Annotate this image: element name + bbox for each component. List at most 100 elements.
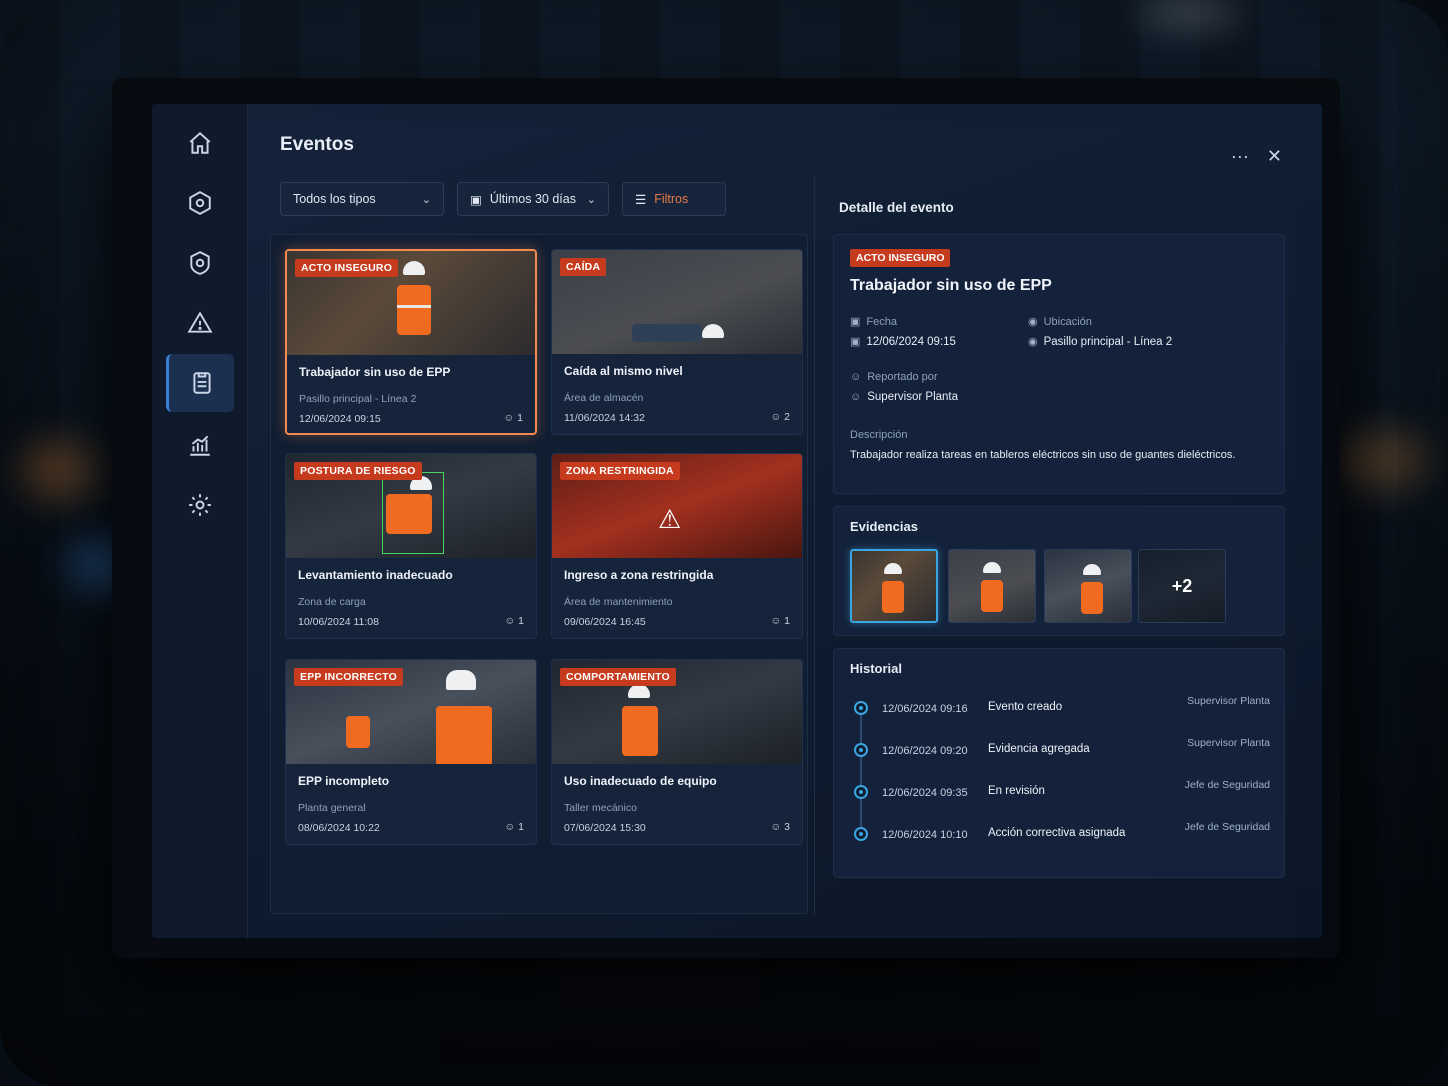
event-location: Área de mantenimiento bbox=[564, 596, 673, 608]
event-location: Planta general bbox=[298, 802, 366, 814]
detail-summary-card: ACTO INSEGURO Trabajador sin uso de EPP … bbox=[833, 234, 1285, 494]
person-icon: ☺ bbox=[503, 412, 518, 424]
sidebar-item-dashboard[interactable] bbox=[166, 174, 234, 232]
sidebar-item-alerts[interactable] bbox=[166, 294, 234, 352]
timeline-dot bbox=[854, 701, 868, 715]
event-date: 08/06/2024 10:22 bbox=[298, 822, 380, 834]
person-icon: ☺ bbox=[504, 615, 519, 627]
date-value-text: 12/06/2024 09:15 bbox=[866, 336, 956, 348]
sidebar-item-settings[interactable] bbox=[166, 476, 234, 534]
evidence-more-thumbnail[interactable]: +2 bbox=[1138, 549, 1226, 623]
event-location: Área de almacén bbox=[564, 392, 644, 404]
pin-icon: ◉ bbox=[1028, 336, 1038, 348]
location-label-text: Ubicación bbox=[1043, 316, 1092, 328]
event-people-count: ☺ 3 bbox=[771, 821, 790, 833]
event-card[interactable]: ⚠ ZONA RESTRINGIDA Ingreso a zona restri… bbox=[551, 453, 803, 639]
event-date: 12/06/2024 09:15 bbox=[299, 413, 381, 425]
sidebar-item-reports[interactable] bbox=[166, 354, 234, 412]
reported-value: ☺ Supervisor Planta bbox=[850, 391, 958, 403]
history-event: Evidencia agregada bbox=[988, 743, 1090, 755]
event-location: Pasillo principal - Línea 2 bbox=[299, 393, 417, 405]
history-title: Historial bbox=[850, 661, 903, 676]
event-card[interactable]: POSTURA DE RIESGO Levantamiento inadecua… bbox=[285, 453, 537, 639]
event-people-count: ☺ 1 bbox=[505, 615, 524, 627]
event-type-badge: ZONA RESTRINGIDA bbox=[560, 462, 680, 480]
evidence-thumbnail[interactable] bbox=[850, 549, 938, 623]
type-filter-select[interactable]: Todos los tipos ⌄ bbox=[280, 182, 444, 216]
person-icon: ☺ bbox=[504, 821, 519, 833]
location-value-text: Pasillo principal - Línea 2 bbox=[1043, 336, 1173, 348]
history-user: Jefe de Seguridad bbox=[1184, 821, 1270, 833]
more-options-icon[interactable]: ··· bbox=[1231, 146, 1249, 167]
hexagon-icon bbox=[189, 191, 211, 215]
event-people-count: ☺ 1 bbox=[771, 615, 790, 627]
timeline-dot bbox=[854, 785, 868, 799]
event-card[interactable]: COMPORTAMIENTO Uso inadecuado de equipo … bbox=[551, 659, 803, 845]
home-icon bbox=[189, 131, 211, 154]
event-type-badge: ACTO INSEGURO bbox=[295, 259, 399, 277]
chart-icon bbox=[190, 435, 210, 456]
sidebar-item-config[interactable] bbox=[166, 234, 234, 292]
monitor-stand-base bbox=[440, 1030, 1040, 1070]
evidence-title: Evidencias bbox=[850, 519, 918, 534]
event-type-badge: POSTURA DE RIESGO bbox=[294, 462, 422, 480]
pin-icon: ◉ bbox=[1028, 316, 1038, 328]
event-date: 09/06/2024 16:45 bbox=[564, 616, 646, 628]
evidence-thumbnail[interactable] bbox=[948, 549, 1036, 623]
close-icon[interactable]: ✕ bbox=[1267, 146, 1282, 167]
event-detail-panel: Detalle del evento ACTO INSEGURO Trabaja… bbox=[814, 174, 1304, 914]
evidence-thumbnail[interactable] bbox=[1044, 549, 1132, 623]
cog-shield-icon bbox=[190, 251, 210, 275]
history-event: Evento creado bbox=[988, 701, 1063, 713]
evidence-more-count: +2 bbox=[1139, 550, 1225, 622]
description-label: Descripción bbox=[850, 429, 908, 441]
reported-value-text: Supervisor Planta bbox=[867, 391, 959, 403]
event-card[interactable]: ACTO INSEGURO Trabajador sin uso de EPP … bbox=[285, 249, 537, 435]
event-count-value: 2 bbox=[784, 411, 790, 423]
reported-label: ☺ Reportado por bbox=[850, 371, 938, 383]
calendar-icon: ▣ bbox=[850, 316, 861, 328]
event-people-count: ☺ 1 bbox=[505, 821, 524, 833]
event-count-value: 1 bbox=[518, 615, 524, 627]
history-user: Supervisor Planta bbox=[1187, 695, 1270, 707]
description-value: Trabajador realiza tareas en tableros el… bbox=[850, 449, 1236, 461]
sidebar-item-analytics[interactable] bbox=[166, 416, 234, 474]
event-count-value: 1 bbox=[784, 615, 790, 627]
window-actions: ··· ✕ bbox=[1231, 146, 1282, 167]
gear-icon bbox=[189, 494, 211, 516]
sidebar-item-home[interactable] bbox=[166, 114, 234, 172]
filters-button[interactable]: ☰ Filtros bbox=[622, 182, 726, 216]
history-time: 12/06/2024 09:35 bbox=[882, 787, 968, 799]
date-value: ▣ 12/06/2024 09:15 bbox=[850, 335, 956, 348]
event-count-value: 1 bbox=[517, 412, 523, 424]
location-value: ◉ Pasillo principal - Línea 2 bbox=[1028, 335, 1172, 348]
calendar-icon: ▣ bbox=[470, 192, 482, 207]
event-card[interactable]: EPP INCORRECTO EPP incompleto Planta gen… bbox=[285, 659, 537, 845]
chevron-down-icon: ⌄ bbox=[586, 193, 596, 206]
event-type-badge: EPP INCORRECTO bbox=[294, 668, 403, 686]
event-date: 11/06/2024 14:32 bbox=[564, 412, 645, 424]
event-title: Trabajador sin uso de EPP bbox=[299, 365, 451, 379]
location-label: ◉ Ubicación bbox=[1028, 315, 1092, 328]
timeline-line bbox=[860, 701, 862, 831]
document-icon bbox=[192, 372, 211, 394]
app-window: Eventos ··· ✕ Todos los tipos ⌄ ▣ Último… bbox=[152, 104, 1322, 938]
event-type-badge: COMPORTAMIENTO bbox=[560, 668, 676, 686]
event-location: Zona de carga bbox=[298, 596, 366, 608]
warning-icon: ⚠ bbox=[658, 504, 682, 534]
person-icon: ☺ bbox=[770, 411, 785, 423]
history-user: Jefe de Seguridad bbox=[1184, 779, 1270, 791]
event-count-value: 1 bbox=[518, 821, 524, 833]
page-title: Eventos bbox=[280, 134, 354, 155]
event-card[interactable]: CAÍDA Caída al mismo nivel Área de almac… bbox=[551, 249, 803, 435]
event-title: Caída al mismo nivel bbox=[564, 364, 683, 378]
event-date: 10/06/2024 11:08 bbox=[298, 616, 379, 628]
event-type-badge: CAÍDA bbox=[560, 258, 607, 276]
timeline-dot bbox=[854, 827, 868, 841]
date-label-text: Fecha bbox=[866, 316, 897, 328]
pose-overlay bbox=[382, 472, 444, 554]
chevron-down-icon: ⌄ bbox=[421, 193, 431, 206]
date-label: ▣ Fecha bbox=[850, 315, 897, 328]
date-range-select[interactable]: ▣ Últimos 30 días ⌄ bbox=[457, 182, 609, 216]
event-title: Uso inadecuado de equipo bbox=[564, 774, 717, 788]
